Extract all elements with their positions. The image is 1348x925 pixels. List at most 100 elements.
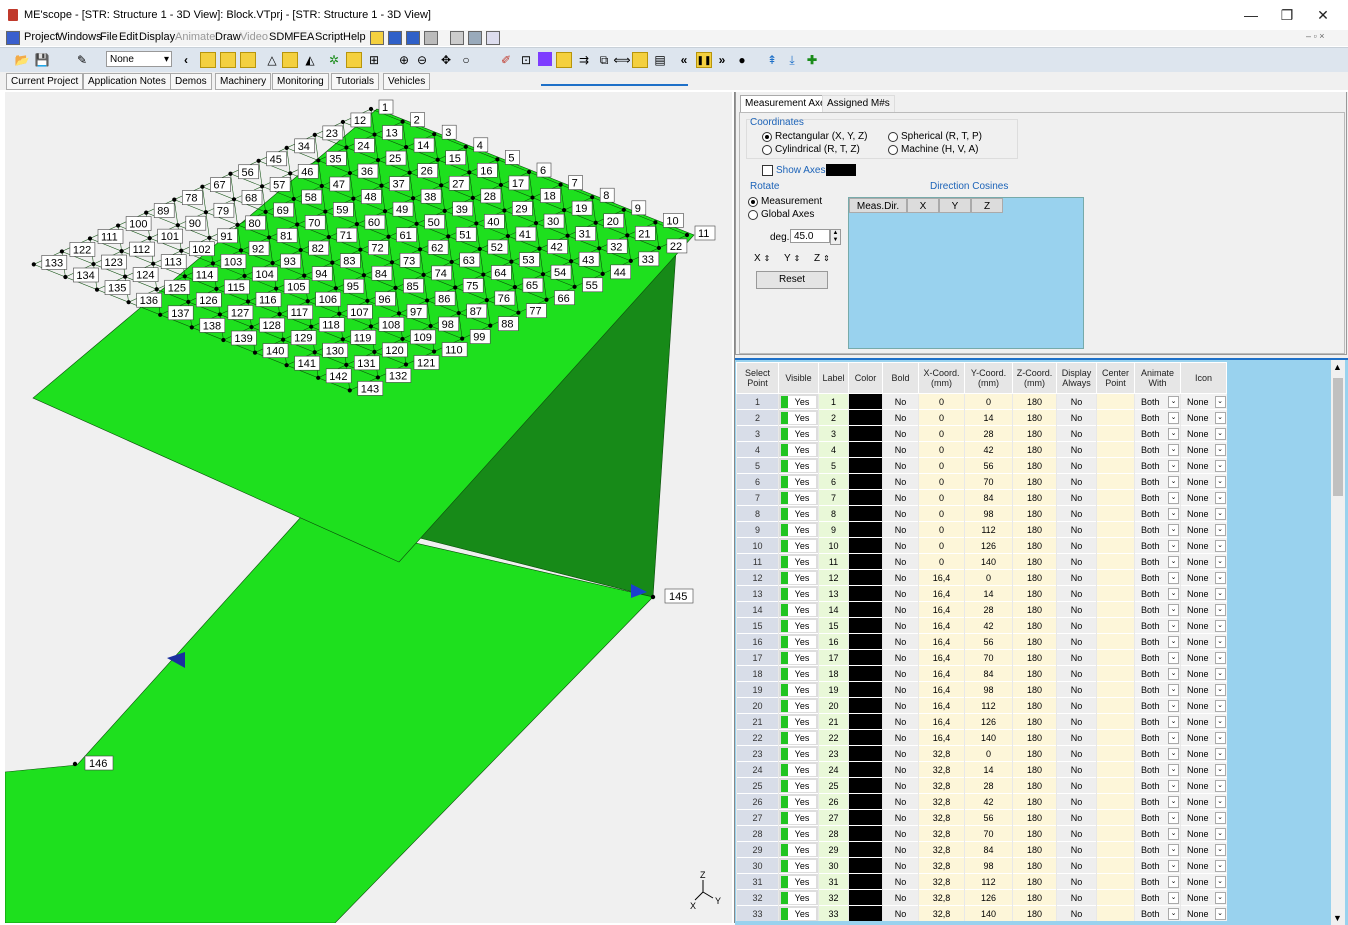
dropdown-arrow-icon[interactable]: ⌄ [1168, 444, 1179, 456]
icon-cell[interactable]: None ⌄ [1180, 553, 1227, 570]
icon-cell[interactable]: None ⌄ [1180, 505, 1227, 522]
point-label[interactable]: 28 [480, 188, 502, 204]
col-bold[interactable]: Bold [882, 362, 919, 394]
center-point-cell[interactable] [1096, 681, 1135, 698]
open-folder-icon[interactable]: 📂 [14, 52, 30, 68]
label-cell[interactable]: 8 [818, 505, 849, 522]
icon-cell[interactable]: None ⌄ [1180, 569, 1227, 586]
color-cell[interactable] [848, 713, 883, 730]
icon-cell[interactable]: None ⌄ [1180, 665, 1227, 682]
point-label[interactable]: 72 [368, 240, 389, 255]
point-label[interactable]: 71 [336, 227, 358, 243]
quick-tab-current-project[interactable]: Current Project [6, 73, 84, 90]
close-button[interactable]: ✕ [1308, 4, 1338, 26]
quick-tab-machinery[interactable]: Machinery [215, 73, 272, 90]
table-row[interactable]: 10 Yes 10 No 0 126 180 No Both ⌄ None ⌄ [736, 537, 1227, 554]
point-label[interactable]: 86 [434, 291, 456, 306]
y-coord-cell[interactable]: 140 [964, 553, 1013, 570]
bold-cell[interactable]: No [882, 393, 919, 410]
monitor-icon[interactable]: ▤ [652, 52, 668, 68]
label-cell[interactable]: 27 [818, 809, 849, 826]
z-coord-cell[interactable]: 180 [1012, 617, 1057, 634]
point-label[interactable]: 6 [536, 162, 552, 178]
point-label[interactable]: 77 [526, 303, 547, 318]
display-always-cell[interactable]: No [1056, 841, 1097, 858]
x-coord-cell[interactable]: 32,8 [918, 905, 965, 921]
visible-cell[interactable]: Yes [778, 585, 819, 602]
center-point-cell[interactable] [1096, 393, 1135, 410]
center-point-cell[interactable] [1096, 873, 1135, 890]
bold-cell[interactable]: No [882, 633, 919, 650]
display-always-cell[interactable]: No [1056, 569, 1097, 586]
z-coord-cell[interactable]: 180 [1012, 857, 1057, 874]
x-coord-cell[interactable]: 0 [918, 489, 965, 506]
triangle-outline-icon[interactable]: △ [264, 52, 280, 68]
z-coord-cell[interactable]: 180 [1012, 889, 1057, 906]
point-label[interactable]: 29 [512, 201, 533, 216]
visible-value[interactable]: Yes [781, 651, 816, 664]
animate-with-cell[interactable]: Both ⌄ [1134, 793, 1181, 810]
row-number[interactable]: 30 [736, 857, 779, 874]
tile-grid-icon[interactable] [406, 31, 420, 45]
point-label[interactable]: 25 [385, 150, 407, 166]
label-cell[interactable]: 33 [818, 905, 849, 921]
x-coord-cell[interactable]: 32,8 [918, 873, 965, 890]
point-label[interactable]: 109 [410, 329, 436, 345]
point-label[interactable]: 90 [185, 215, 207, 231]
z-coord-cell[interactable]: 180 [1012, 569, 1057, 586]
dropdown-arrow-icon[interactable]: ⌄ [1214, 396, 1226, 408]
point-label[interactable]: 33 [638, 251, 660, 267]
y-coord-cell[interactable]: 84 [964, 665, 1013, 682]
label-cell[interactable]: 23 [818, 745, 849, 762]
dropdown-arrow-icon[interactable]: ⌄ [1168, 780, 1179, 792]
label-cell[interactable]: 16 [818, 633, 849, 650]
dropdown-arrow-icon[interactable]: ⌄ [1168, 396, 1179, 408]
bold-cell[interactable]: No [882, 825, 919, 842]
x-coord-cell[interactable]: 0 [918, 457, 965, 474]
menu-fea[interactable]: FEA [293, 31, 314, 43]
row-number[interactable]: 15 [736, 617, 779, 634]
point-label[interactable]: 35 [325, 151, 347, 166]
bold-cell[interactable]: No [882, 793, 919, 810]
center-point-cell[interactable] [1096, 601, 1135, 618]
radio-global-axes[interactable]: Global Axes [748, 209, 814, 220]
table-row[interactable]: 27 Yes 27 No 32,8 56 180 No Both ⌄ None ⌄ [736, 809, 1227, 826]
point-label[interactable]: 103 [220, 254, 247, 269]
x-coord-cell[interactable]: 0 [918, 473, 965, 490]
pause-icon[interactable]: ❚❚ [696, 52, 712, 68]
x-coord-cell[interactable]: 0 [918, 393, 965, 410]
row-number[interactable]: 7 [736, 489, 779, 506]
save-window-icon[interactable] [450, 31, 464, 45]
visible-value[interactable]: Yes [781, 859, 816, 872]
color-cell[interactable] [848, 665, 883, 682]
rotate-x-button[interactable]: X ⇕ [754, 253, 770, 264]
animate-with-cell[interactable]: Both ⌄ [1134, 409, 1181, 426]
point-label[interactable]: 46 [297, 164, 319, 179]
point-label[interactable]: 45 [266, 151, 287, 167]
point-label[interactable]: 74 [431, 265, 452, 281]
color-cell[interactable] [848, 729, 883, 746]
y-coord-cell[interactable]: 0 [964, 569, 1013, 586]
color-cell[interactable] [848, 889, 883, 906]
x-coord-cell[interactable]: 16,4 [918, 617, 965, 634]
icon-cell[interactable]: None ⌄ [1180, 745, 1227, 762]
point-label[interactable]: 101 [157, 228, 183, 244]
table-row[interactable]: 26 Yes 26 No 32,8 42 180 No Both ⌄ None ⌄ [736, 793, 1227, 810]
x-coord-cell[interactable]: 0 [918, 409, 965, 426]
back-arrow-icon[interactable]: ‹ [178, 52, 194, 68]
dock-icon[interactable] [486, 31, 500, 45]
row-number[interactable]: 3 [736, 425, 779, 442]
axes-color-swatch[interactable] [826, 164, 856, 176]
col-animate-with[interactable]: Animate With [1134, 362, 1181, 394]
visible-value[interactable]: Yes [781, 475, 816, 488]
display-always-cell[interactable]: No [1056, 601, 1097, 618]
point-label[interactable]: 111 [97, 229, 124, 244]
dropdown-arrow-icon[interactable]: ⌄ [1214, 508, 1226, 520]
point-label[interactable]: 41 [515, 226, 537, 242]
y-coord-cell[interactable]: 98 [964, 857, 1013, 874]
y-coord-cell[interactable]: 70 [964, 825, 1013, 842]
label-cell[interactable]: 22 [818, 729, 849, 746]
center-point-cell[interactable] [1096, 521, 1135, 538]
y-coord-cell[interactable]: 98 [964, 681, 1013, 698]
x-coord-cell[interactable]: 32,8 [918, 745, 965, 762]
